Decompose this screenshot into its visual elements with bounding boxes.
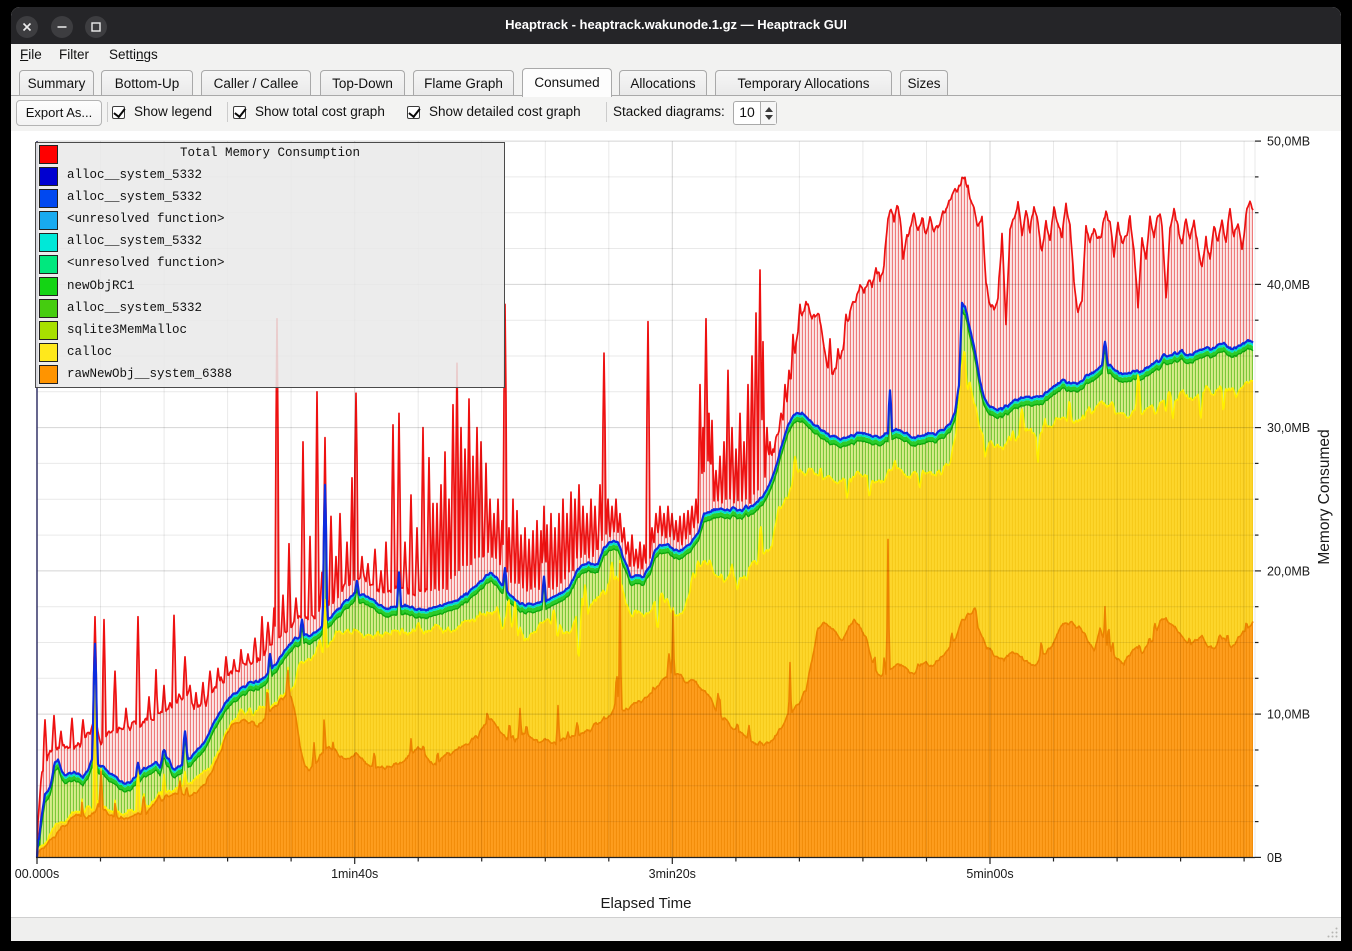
svg-text:0B: 0B (1267, 851, 1282, 865)
svg-text:10,0MB: 10,0MB (1267, 708, 1310, 722)
svg-text:Elapsed Time: Elapsed Time (601, 895, 692, 912)
svg-text:3min20s: 3min20s (649, 867, 696, 881)
svg-text:20,0MB: 20,0MB (1267, 564, 1310, 578)
svg-text:00.000s: 00.000s (15, 867, 59, 881)
svg-text:Memory Consumed: Memory Consumed (1316, 429, 1333, 564)
svg-text:50,0MB: 50,0MB (1267, 135, 1310, 149)
svg-text:5min00s: 5min00s (966, 867, 1013, 881)
svg-text:40,0MB: 40,0MB (1267, 278, 1310, 292)
svg-text:1min40s: 1min40s (331, 867, 378, 881)
svg-text:30,0MB: 30,0MB (1267, 421, 1310, 435)
